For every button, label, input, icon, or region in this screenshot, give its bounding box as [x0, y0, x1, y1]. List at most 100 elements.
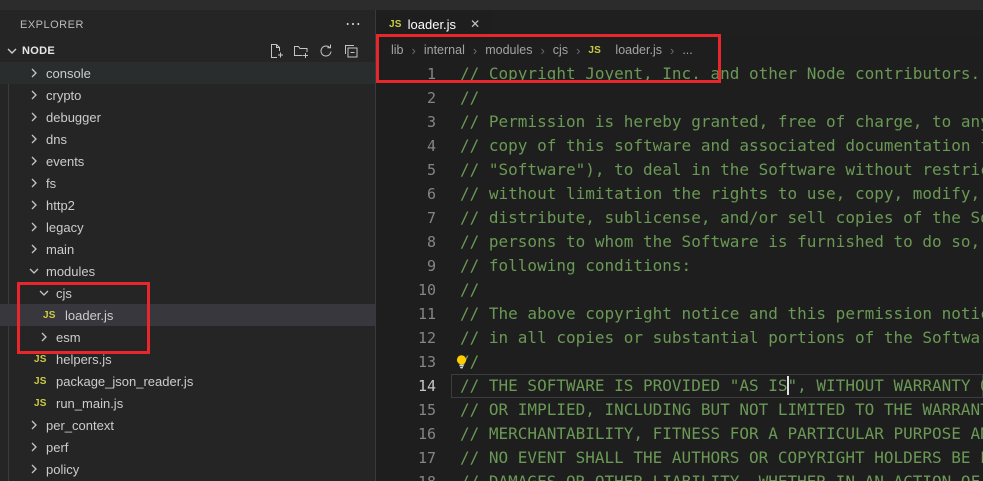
- tree-item-per-context[interactable]: per_context: [0, 414, 375, 436]
- code-text[interactable]: // DAMAGES OR OTHER LIABILITY, WHETHER I…: [460, 470, 983, 481]
- tab-loader-js[interactable]: JS loader.js ✕: [376, 10, 492, 38]
- new-folder-icon[interactable]: [293, 43, 309, 59]
- chevron-right-icon[interactable]: [26, 175, 42, 191]
- explorer-sidebar: EXPLORER ⋯ NODE console: [0, 10, 375, 481]
- collapse-all-icon[interactable]: [343, 43, 359, 59]
- code-line[interactable]: 3// Permission is hereby granted, free o…: [376, 110, 983, 134]
- tree-item-main[interactable]: main: [0, 238, 375, 260]
- breadcrumb-item-lib[interactable]: lib: [391, 43, 404, 57]
- code-text[interactable]: //: [460, 86, 479, 110]
- chevron-right-icon[interactable]: [26, 461, 42, 477]
- code-text[interactable]: // persons to whom the Software is furni…: [460, 230, 983, 254]
- code-line[interactable]: 18// DAMAGES OR OTHER LIABILITY, WHETHER…: [376, 470, 983, 481]
- tab-label: loader.js: [408, 17, 456, 32]
- tree-item-package-json-reader-js[interactable]: JS package_json_reader.js: [0, 370, 375, 392]
- breadcrumb-item-symbol[interactable]: ...: [682, 43, 692, 57]
- code-text[interactable]: // copy of this software and associated …: [460, 134, 983, 158]
- js-file-icon: JS: [34, 354, 51, 365]
- code-line[interactable]: 10//: [376, 278, 983, 302]
- code-line-with-lightbulb[interactable]: 13//: [376, 350, 983, 374]
- code-text[interactable]: // distribute, sublicense, and/or sell c…: [460, 206, 983, 230]
- code-line-current[interactable]: 14 // THE SOFTWARE IS PROVIDED "AS IS", …: [376, 374, 983, 398]
- code-text[interactable]: // in all copies or substantial portions…: [460, 326, 983, 350]
- tree-item-perf[interactable]: perf: [0, 436, 375, 458]
- chevron-down-icon[interactable]: [36, 285, 52, 301]
- chevron-right-icon[interactable]: [26, 219, 42, 235]
- chevron-right-icon[interactable]: [26, 417, 42, 433]
- close-tab-icon[interactable]: ✕: [470, 17, 480, 31]
- chevron-right-icon[interactable]: [26, 439, 42, 455]
- tree-item-dns[interactable]: dns: [0, 128, 375, 150]
- chevron-down-icon[interactable]: [26, 263, 42, 279]
- code-line[interactable]: 5// "Software"), to deal in the Software…: [376, 158, 983, 182]
- tree-item-http2[interactable]: http2: [0, 194, 375, 216]
- tree-item-console[interactable]: console: [0, 62, 375, 84]
- code-line[interactable]: 9// following conditions:: [376, 254, 983, 278]
- breadcrumb: lib › internal › modules › cjs › JS load…: [376, 38, 983, 62]
- tree-item-esm[interactable]: esm: [0, 326, 375, 348]
- line-number: 17: [376, 446, 436, 470]
- tree-item-label: events: [46, 154, 84, 169]
- code-text[interactable]: // Copyright Joyent, Inc. and other Node…: [460, 62, 980, 86]
- chevron-right-icon[interactable]: [26, 87, 42, 103]
- line-number: 15: [376, 398, 436, 422]
- code-text[interactable]: // "Software"), to deal in the Software …: [460, 158, 983, 182]
- editor-group: JS loader.js ✕ lib › internal › modules …: [375, 10, 983, 481]
- code-editor[interactable]: 1// Copyright Joyent, Inc. and other Nod…: [376, 62, 983, 481]
- refresh-icon[interactable]: [318, 43, 334, 59]
- code-text[interactable]: // OR IMPLIED, INCLUDING BUT NOT LIMITED…: [460, 398, 983, 422]
- code-text[interactable]: // THE SOFTWARE IS PROVIDED "AS IS", WIT…: [460, 374, 983, 398]
- chevron-right-icon[interactable]: [26, 131, 42, 147]
- js-file-icon: JS: [34, 376, 51, 387]
- tree-item-helpers-js[interactable]: JS helpers.js: [0, 348, 375, 370]
- chevron-right-icon[interactable]: [26, 65, 42, 81]
- tree-item-debugger[interactable]: debugger: [0, 106, 375, 128]
- tab-bar: JS loader.js ✕: [376, 10, 983, 38]
- code-line[interactable]: 8// persons to whom the Software is furn…: [376, 230, 983, 254]
- code-line[interactable]: 16// MERCHANTABILITY, FITNESS FOR A PART…: [376, 422, 983, 446]
- code-text[interactable]: // The above copyright notice and this p…: [460, 302, 983, 326]
- code-line[interactable]: 2//: [376, 86, 983, 110]
- code-text[interactable]: // without limitation the rights to use,…: [460, 182, 983, 206]
- explorer-title: EXPLORER: [20, 19, 345, 31]
- line-number: 14: [376, 374, 436, 398]
- more-actions-icon[interactable]: ⋯: [345, 20, 361, 30]
- breadcrumb-item-loader-js[interactable]: JS loader.js: [588, 43, 662, 57]
- chevron-right-icon[interactable]: [26, 153, 42, 169]
- code-text[interactable]: // NO EVENT SHALL THE AUTHORS OR COPYRIG…: [460, 446, 983, 470]
- chevron-right-icon[interactable]: [36, 329, 52, 345]
- explorer-section-header-node[interactable]: NODE: [0, 40, 375, 62]
- tree-item-modules[interactable]: modules: [0, 260, 375, 282]
- tree-item-cjs[interactable]: cjs: [0, 282, 375, 304]
- breadcrumb-item-internal[interactable]: internal: [424, 43, 465, 57]
- breadcrumb-item-cjs[interactable]: cjs: [553, 43, 568, 57]
- code-line[interactable]: 1// Copyright Joyent, Inc. and other Nod…: [376, 62, 983, 86]
- code-line[interactable]: 12// in all copies or substantial portio…: [376, 326, 983, 350]
- tree-item-legacy[interactable]: legacy: [0, 216, 375, 238]
- chevron-right-icon[interactable]: [26, 109, 42, 125]
- code-text[interactable]: // Permission is hereby granted, free of…: [460, 110, 983, 134]
- line-number: 13: [376, 350, 436, 374]
- tree-item-loader-js[interactable]: JS loader.js: [0, 304, 375, 326]
- code-text[interactable]: // MERCHANTABILITY, FITNESS FOR A PARTIC…: [460, 422, 983, 446]
- code-line[interactable]: 17 // NO EVENT SHALL THE AUTHORS OR COPYR…: [376, 446, 983, 470]
- code-line[interactable]: 15 // OR IMPLIED, INCLUDING BUT NOT LIMIT…: [376, 398, 983, 422]
- titlebar-strip: [0, 0, 983, 10]
- tree-item-crypto[interactable]: crypto: [0, 84, 375, 106]
- breadcrumb-item-modules[interactable]: modules: [485, 43, 532, 57]
- code-line[interactable]: 11// The above copyright notice and this…: [376, 302, 983, 326]
- tree-item-policy[interactable]: policy: [0, 458, 375, 480]
- code-line[interactable]: 4// copy of this software and associated…: [376, 134, 983, 158]
- new-file-icon[interactable]: [268, 43, 284, 59]
- code-text[interactable]: //: [460, 278, 479, 302]
- chevron-right-icon[interactable]: [26, 197, 42, 213]
- code-line[interactable]: 7// distribute, sublicense, and/or sell …: [376, 206, 983, 230]
- code-line[interactable]: 6// without limitation the rights to use…: [376, 182, 983, 206]
- tree-item-events[interactable]: events: [0, 150, 375, 172]
- chevron-right-icon[interactable]: [26, 241, 42, 257]
- code-text[interactable]: // following conditions:: [460, 254, 691, 278]
- tree-item-label: package_json_reader.js: [56, 374, 193, 389]
- tree-item-run-main-js[interactable]: JS run_main.js: [0, 392, 375, 414]
- tree-item-fs[interactable]: fs: [0, 172, 375, 194]
- lightbulb-icon[interactable]: [453, 353, 470, 371]
